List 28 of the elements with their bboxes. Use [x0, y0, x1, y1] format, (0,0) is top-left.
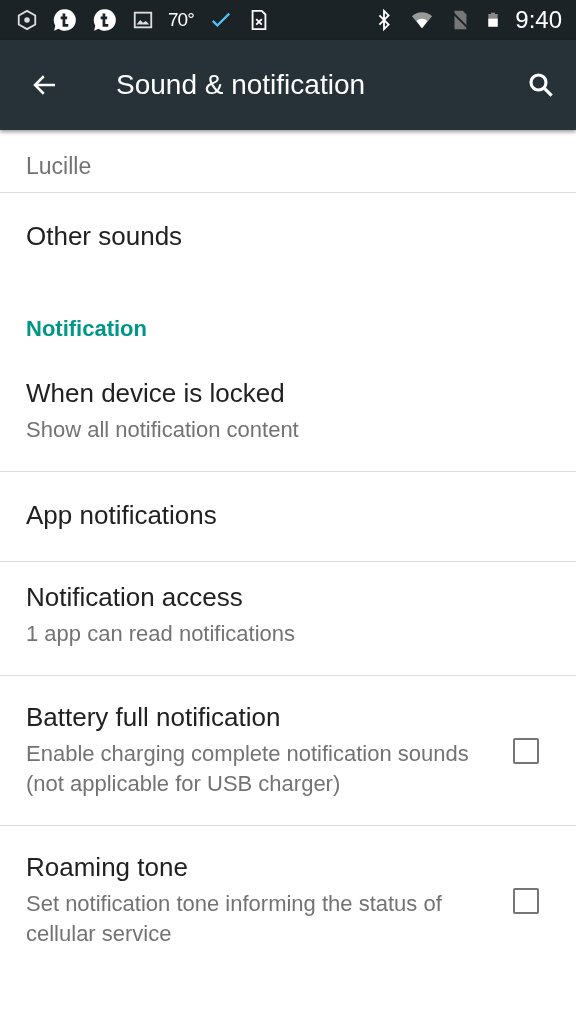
clock: 9:40	[515, 6, 562, 34]
setting-row[interactable]: Roaming tone Set notification tone informing the status of cellular service	[0, 826, 576, 975]
checkbox[interactable]	[513, 737, 539, 764]
app-bar-title: Sound & notification	[116, 69, 367, 101]
setting-row[interactable]: Battery full notification Enable charging complete notification sounds (not applicable for USB charger)	[0, 676, 576, 825]
setting-summary: Enable charging complete notification sounds (not applicable for USB charger)	[26, 740, 470, 798]
section-header: Notification	[25, 315, 148, 343]
temperature: 70°	[168, 9, 194, 31]
setting-title: Notification access	[26, 582, 244, 613]
setting-row[interactable]: Other sounds	[0, 193, 576, 282]
image-icon	[132, 9, 154, 31]
hexagon-icon	[16, 9, 38, 31]
search-button[interactable]	[526, 70, 556, 100]
setting-row[interactable]: App notifications	[0, 472, 576, 561]
setting-title: Battery full notification	[26, 702, 282, 733]
setting-row[interactable]: Notification access 1 app can read notifications	[0, 562, 576, 675]
chat-bubble-icon	[52, 7, 78, 33]
setting-title: App notifications	[26, 500, 218, 531]
setting-summary: Show all notification content	[26, 416, 300, 444]
setting-title: Roaming tone	[26, 852, 189, 883]
checkbox[interactable]	[513, 887, 539, 914]
setting-summary: 1 app can read notifications	[26, 620, 297, 648]
setting-title: When device is locked	[26, 378, 286, 409]
chat-bubble-icon	[92, 7, 118, 33]
setting-row[interactable]: When device is locked Show all notification content	[0, 358, 576, 471]
setting-title: Other sounds	[26, 221, 184, 252]
setting-title: Lucille	[26, 153, 92, 180]
setting-summary: Set notification tone informing the status of cellular service	[26, 890, 443, 948]
